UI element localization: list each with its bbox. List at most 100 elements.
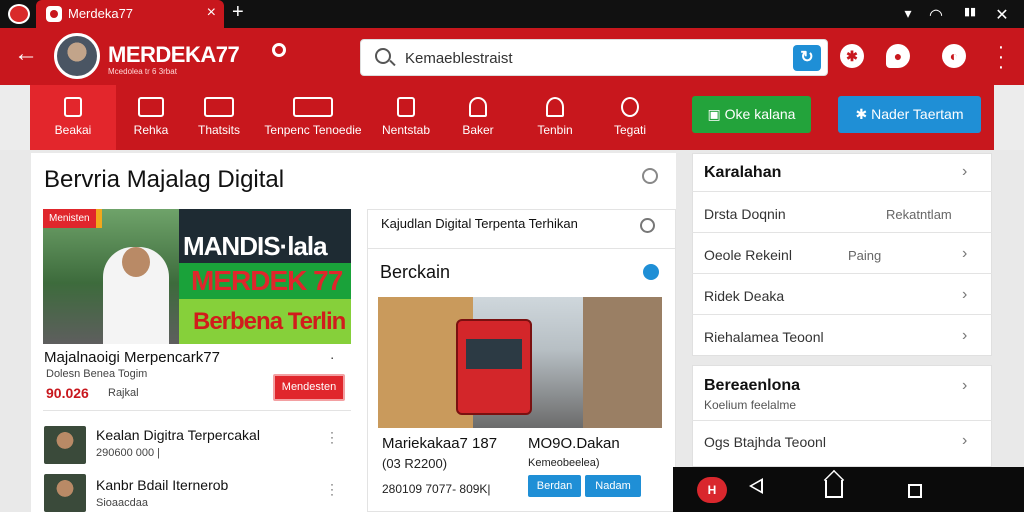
bus (456, 319, 532, 415)
app-header: ← MERDEKA77 Mcedolea tr 6 3rbat Kemaeble… (0, 28, 1024, 85)
chevron-right-icon[interactable]: › (962, 286, 967, 304)
chevron-right-icon[interactable]: › (962, 327, 967, 345)
tab-close-icon[interactable]: × (207, 4, 216, 22)
side-row-label[interactable]: Ridek Deaka (704, 288, 784, 304)
product-title-2[interactable]: MO9O.Dakan (528, 435, 620, 452)
menu-icon[interactable]: ▾ (898, 5, 918, 23)
tab-active[interactable]: Merdeka77 × (36, 0, 224, 28)
street-photo[interactable] (378, 297, 662, 428)
page-title: Bervria Majalag Digital (44, 166, 285, 193)
info-icon[interactable] (642, 168, 658, 184)
back-arrow-icon[interactable]: ← (14, 40, 38, 68)
nav-item-thatsits[interactable]: Thatsits (188, 85, 250, 150)
status-dot-icon (643, 264, 659, 280)
nav-item-rehka[interactable]: Rehka (120, 85, 182, 150)
nav-label: Rehka (133, 123, 169, 137)
book-icon (293, 97, 333, 117)
list-item-subtitle: 290600 000 | (96, 447, 161, 459)
divider (367, 248, 676, 249)
side-row-label[interactable]: Oeole Rekeinl (704, 247, 792, 263)
nav-item-beakai[interactable]: Beakai (30, 85, 116, 150)
side-row-label[interactable]: Drsta Doqnin (704, 206, 786, 222)
primary-green-button[interactable]: ▣ Oke kalana (692, 96, 811, 133)
magazine-icon (138, 97, 164, 117)
new-tab-icon[interactable]: + (232, 1, 244, 24)
side-row-value: Paing (848, 248, 882, 263)
kebab-icon[interactable]: ⋅ (330, 350, 334, 367)
battery-icon: ▮▮ (963, 6, 977, 18)
more-menu-icon[interactable]: · · · (994, 37, 1008, 77)
list-item-title[interactable]: Kealan Digitra Terpercakal (96, 427, 260, 443)
nav-label: Thatsits (197, 123, 240, 137)
accessibility-icon[interactable]: ✱ (840, 44, 864, 68)
list-item-subtitle: Sioaacdaa (96, 497, 148, 509)
nav-label: Baker (462, 123, 494, 137)
tablet-icon (397, 97, 415, 117)
featured-price-unit: Rajkal (108, 387, 139, 399)
kebab-icon[interactable]: · · · (330, 426, 334, 448)
hero-banner[interactable]: Menisten MANDIS·lala MERDEK 77 Berbena T… (43, 209, 351, 344)
featured-price: 90.026 (46, 385, 89, 401)
nav-item-tenbin[interactable]: Tenbin (530, 85, 580, 150)
chevron-right-icon[interactable]: › (962, 377, 967, 395)
nav-item-baker[interactable]: Baker (454, 85, 502, 150)
android-nav-bar: H (673, 467, 1024, 512)
recents-icon[interactable] (908, 484, 922, 498)
avatar[interactable] (54, 33, 100, 79)
app-switch-icon[interactable]: H (697, 477, 727, 503)
hero-line-1: MANDIS·lala (183, 231, 328, 261)
settings-icon (621, 97, 639, 117)
building-right (583, 297, 662, 428)
favicon-icon (46, 6, 62, 22)
category-nav: Beakai Rehka Thatsits Tenpenc Tenoedie N… (30, 85, 994, 150)
chat-icon: ▣ (707, 106, 725, 122)
buy-button[interactable]: Nadam (585, 475, 641, 497)
list-item-thumbnail (44, 426, 86, 464)
details-button[interactable]: Berdan (528, 475, 581, 497)
nav-label: Beakai (54, 123, 92, 137)
divider (692, 191, 992, 192)
side-card-title: Bereaenlona (704, 377, 801, 394)
chevron-right-icon[interactable]: › (962, 245, 967, 263)
clock-icon[interactable] (640, 218, 655, 233)
refresh-icon[interactable]: ↻ (793, 45, 821, 71)
search-input[interactable]: Kemaeblestraist (405, 50, 513, 67)
back-icon[interactable] (749, 478, 763, 494)
hero-line-3: Berbena Terlin (179, 299, 351, 344)
product-price: 280109 7077- 809K| (382, 482, 491, 496)
list-item-thumbnail (44, 474, 86, 512)
side-row-label[interactable]: Ogs Btajhda Teoonl (704, 434, 826, 450)
hero-person-head (122, 247, 150, 277)
featured-subtitle: Dolesn Benea Togim (46, 368, 148, 380)
primary-blue-button[interactable]: ✱ Nader Taertam (838, 96, 981, 133)
nav-label: Tenbin (537, 123, 573, 137)
featured-button[interactable]: Mendesten (273, 374, 345, 401)
notification-icon[interactable]: ● (886, 44, 910, 68)
user-icon (546, 97, 564, 117)
app-icon[interactable] (8, 4, 30, 24)
divider (692, 314, 992, 315)
nav-label: Tenpenc Tenoedie (264, 123, 362, 137)
kebab-icon[interactable]: · · · (330, 478, 334, 500)
brand-title: MERDEKA77 (108, 42, 240, 67)
divider (692, 420, 992, 421)
side-card-title: Karalahan (704, 164, 782, 181)
nav-item-tenpenc[interactable]: Tenpenc Tenoedie (262, 85, 364, 150)
list-item-title[interactable]: Kanbr Bdail Iternerob (96, 477, 228, 493)
nav-item-nentstab[interactable]: Nentstab (380, 85, 432, 150)
home-icon[interactable] (825, 480, 843, 498)
nav-item-tegati[interactable]: Tegati (606, 85, 654, 150)
window-close-icon[interactable]: ✕ (992, 5, 1012, 24)
theme-icon[interactable]: ◐ (942, 44, 966, 68)
chevron-right-icon[interactable]: › (962, 432, 967, 450)
search-icon (375, 48, 391, 64)
product-title[interactable]: Mariekakaa7 187 (382, 435, 497, 452)
hero-badge: Menisten (43, 209, 102, 228)
chevron-right-icon[interactable]: › (962, 163, 967, 181)
search-bar[interactable]: Kemaeblestraist ↻ (360, 39, 828, 76)
middle-card-title: Kajudlan Digital Terpenta Terhikan (381, 216, 578, 231)
featured-title[interactable]: Majalnaoigi Merpencark77 (44, 349, 220, 366)
side-row-label[interactable]: Riehalamea Teoonl (704, 329, 824, 345)
product-code: (03 R2200) (382, 456, 448, 471)
nav-label: Nentstab (381, 123, 431, 137)
